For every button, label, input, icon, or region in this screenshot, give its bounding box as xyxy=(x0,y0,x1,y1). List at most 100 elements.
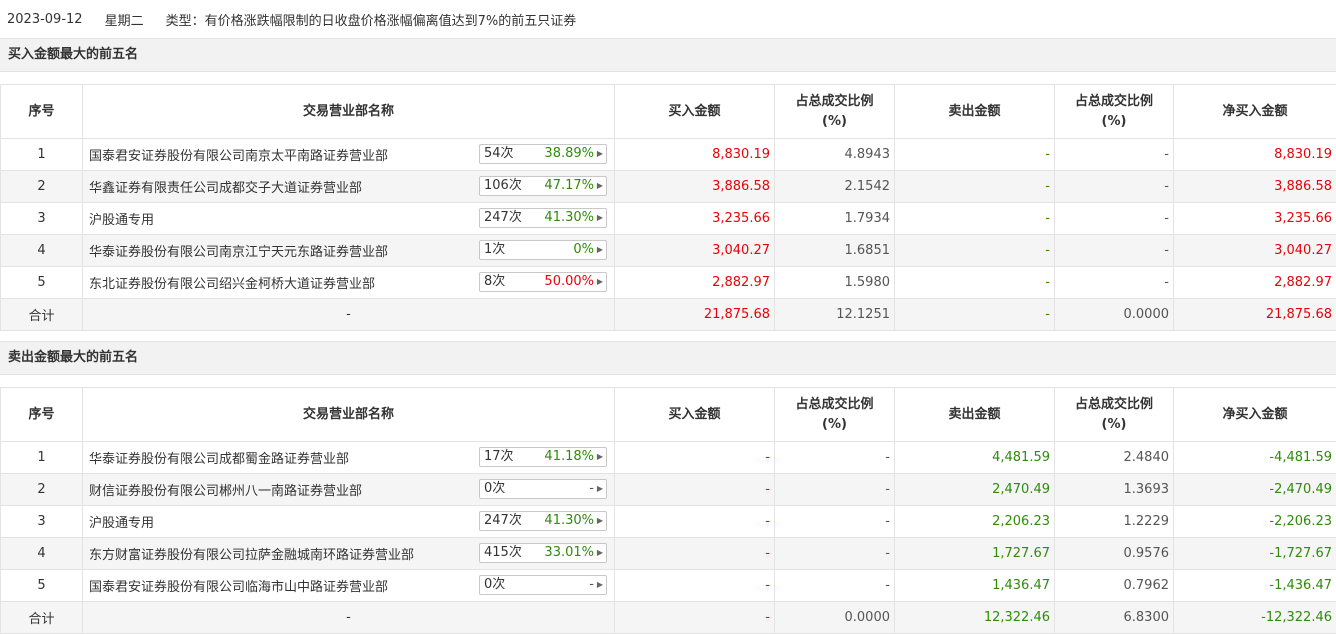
on-list-count: 106次 xyxy=(484,177,522,195)
buy-amount: 8,830.19 xyxy=(615,139,775,171)
on-list-stats-dropdown[interactable]: 1次0%▶ xyxy=(479,240,607,260)
caret-right-icon: ▶ xyxy=(597,273,603,291)
col-index-header: 序号 xyxy=(1,388,83,442)
dept-name-cell: 东北证券股份有限公司绍兴金柯桥大道证券营业部 8次 50.00%▶ xyxy=(83,267,615,299)
table-header: 序号交易营业部名称买入金额占总成交比例(%)卖出金额占总成交比例(%)净买入金额 xyxy=(1,388,1336,442)
on-list-stats-dropdown[interactable]: 54次38.89%▶ xyxy=(479,144,607,164)
rise-rate: 50.00% xyxy=(544,273,594,291)
net-buy-amount: -1,727.67 xyxy=(1174,538,1336,570)
table-row: 4华泰证券股份有限公司南京江宁天元东路证券营业部1次0%▶3,040.271.6… xyxy=(1,235,1336,267)
on-list-stats-dropdown[interactable]: 17次41.18%▶ xyxy=(479,447,607,467)
header-row: 序号交易营业部名称买入金额占总成交比例(%)卖出金额占总成交比例(%)净买入金额 xyxy=(1,85,1336,139)
on-list-count: 8次 xyxy=(484,273,505,291)
buy-amount: - xyxy=(615,570,775,602)
dept-name[interactable]: 沪股通专用 xyxy=(87,512,154,531)
rise-rate: - xyxy=(589,480,594,498)
on-list-stats-dropdown[interactable]: 106次47.17%▶ xyxy=(479,176,607,196)
sell-amount: 2,470.49 xyxy=(895,474,1055,506)
total-sell-ratio: 0.0000 xyxy=(1055,299,1174,331)
on-list-stats-dropdown[interactable]: 0次-▶ xyxy=(479,479,607,499)
net-buy-amount: 8,830.19 xyxy=(1174,139,1336,171)
total-label: 合计 xyxy=(1,602,83,634)
on-list-stats-dropdown[interactable]: 247次41.30%▶ xyxy=(479,208,607,228)
row-index: 1 xyxy=(1,139,83,171)
dept-name[interactable]: 东北证券股份有限公司绍兴金柯桥大道证券营业部 xyxy=(87,273,375,292)
on-list-stats-dropdown[interactable]: 8次 50.00%▶ xyxy=(479,272,607,292)
sell-ratio: - xyxy=(1055,267,1174,299)
dept-name[interactable]: 华泰证券股份有限公司南京江宁天元东路证券营业部 xyxy=(87,241,388,260)
col-buy-ratio-header: 占总成交比例(%) xyxy=(775,388,895,442)
caret-right-icon: ▶ xyxy=(597,241,603,259)
rise-rate: - xyxy=(589,576,594,594)
dept-name[interactable]: 财信证券股份有限公司郴州八一南路证券营业部 xyxy=(87,480,362,499)
dept-name[interactable]: 华泰证券股份有限公司成都蜀金路证券营业部 xyxy=(87,448,349,467)
dept-name[interactable]: 华鑫证券有限责任公司成都交子大道证券营业部 xyxy=(87,177,362,196)
total-name: - xyxy=(83,602,615,634)
buy-ratio: - xyxy=(775,442,895,474)
total-name: - xyxy=(83,299,615,331)
sell-amount: 4,481.59 xyxy=(895,442,1055,474)
on-list-count: 415次 xyxy=(484,544,522,562)
on-list-count: 0次 xyxy=(484,480,505,498)
dept-name-cell: 沪股通专用 247次41.30%▶ xyxy=(83,203,615,235)
total-sell-ratio: 6.8300 xyxy=(1055,602,1174,634)
on-list-count: 247次 xyxy=(484,209,522,227)
total-buy-amount: - xyxy=(615,602,775,634)
net-buy-amount: 3,040.27 xyxy=(1174,235,1336,267)
row-index: 2 xyxy=(1,474,83,506)
rise-rate: 47.17% xyxy=(544,177,594,195)
buy-amount: - xyxy=(615,442,775,474)
caret-right-icon: ▶ xyxy=(597,576,603,594)
dept-name-cell: 华泰证券股份有限公司成都蜀金路证券营业部 17次41.18%▶ xyxy=(83,442,615,474)
on-list-count: 247次 xyxy=(484,512,522,530)
total-row: 合计-21,875.6812.1251-0.000021,875.68 xyxy=(1,299,1336,331)
rise-rate: 41.30% xyxy=(544,512,594,530)
net-buy-amount: 3,886.58 xyxy=(1174,171,1336,203)
buy-ratio: - xyxy=(775,474,895,506)
table-row: 2华鑫证券有限责任公司成都交子大道证券营业部106次47.17%▶3,886.5… xyxy=(1,171,1336,203)
buy-ratio: 4.8943 xyxy=(775,139,895,171)
sell-ratio: - xyxy=(1055,235,1174,267)
col-net-buy-header: 净买入金额 xyxy=(1174,388,1336,442)
on-list-stats-dropdown[interactable]: 247次41.30%▶ xyxy=(479,511,607,531)
sell-ratio: 2.4840 xyxy=(1055,442,1174,474)
table-body: 1国泰君安证券股份有限公司南京太平南路证券营业部 54次38.89%▶ 8,830.… xyxy=(1,139,1336,331)
table-row: 5国泰君安证券股份有限公司临海市山中路证券营业部0次-▶--1,436.470.… xyxy=(1,570,1336,602)
col-buy-amount-header: 买入金额 xyxy=(615,85,775,139)
table-row: 1国泰君安证券股份有限公司南京太平南路证券营业部 54次38.89%▶ 8,830.… xyxy=(1,139,1336,171)
dept-name[interactable]: 国泰君安证券股份有限公司南京太平南路证券营业部 xyxy=(87,145,388,164)
on-list-stats-dropdown[interactable]: 0次-▶ xyxy=(479,575,607,595)
buy-ratio: - xyxy=(775,506,895,538)
total-net-buy: -12,322.46 xyxy=(1174,602,1336,634)
net-buy-amount: 3,235.66 xyxy=(1174,203,1336,235)
total-sell-amount: 12,322.46 xyxy=(895,602,1055,634)
total-row: 合计--0.000012,322.466.8300-12,322.46 xyxy=(1,602,1336,634)
rise-rate: 0% xyxy=(573,241,594,259)
info-bar: 2023-09-12 星期二 类型： 有价格涨跌幅限制的日收盘价格涨幅偏离值达到… xyxy=(0,0,1336,38)
on-list-stats-dropdown[interactable]: 415次33.01%▶ xyxy=(479,543,607,563)
buy-ratio: - xyxy=(775,570,895,602)
buy-ratio: - xyxy=(775,538,895,570)
dept-name[interactable]: 国泰君安证券股份有限公司临海市山中路证券营业部 xyxy=(87,576,388,595)
col-sell-amount-header: 卖出金额 xyxy=(895,85,1055,139)
rise-rate: 33.01% xyxy=(544,544,594,562)
trade-date: 2023-09-12 xyxy=(7,12,83,27)
type-label: 类型： xyxy=(166,10,205,29)
on-list-count: 54次 xyxy=(484,145,514,163)
total-label: 合计 xyxy=(1,299,83,331)
col-buy-ratio-header: 占总成交比例(%) xyxy=(775,85,895,139)
rise-rate: 41.18% xyxy=(544,448,594,466)
net-buy-amount: -4,481.59 xyxy=(1174,442,1336,474)
sell-amount: - xyxy=(895,203,1055,235)
buy-amount: 3,886.58 xyxy=(615,171,775,203)
sell-amount: - xyxy=(895,235,1055,267)
dept-name[interactable]: 东方财富证券股份有限公司拉萨金融城南环路证券营业部 xyxy=(87,544,414,563)
sell-top5-table: 序号交易营业部名称买入金额占总成交比例(%)卖出金额占总成交比例(%)净买入金额… xyxy=(0,387,1336,634)
dept-name[interactable]: 沪股通专用 xyxy=(87,209,154,228)
dept-name-cell: 国泰君安证券股份有限公司临海市山中路证券营业部 0次-▶ xyxy=(83,570,615,602)
buy-section-title: 买入金额最大的前五名 xyxy=(0,38,1336,72)
dept-name-cell: 华泰证券股份有限公司南京江宁天元东路证券营业部 1次0%▶ xyxy=(83,235,615,267)
buy-amount: - xyxy=(615,506,775,538)
table-header: 序号交易营业部名称买入金额占总成交比例(%)卖出金额占总成交比例(%)净买入金额 xyxy=(1,85,1336,139)
caret-right-icon: ▶ xyxy=(597,145,603,163)
